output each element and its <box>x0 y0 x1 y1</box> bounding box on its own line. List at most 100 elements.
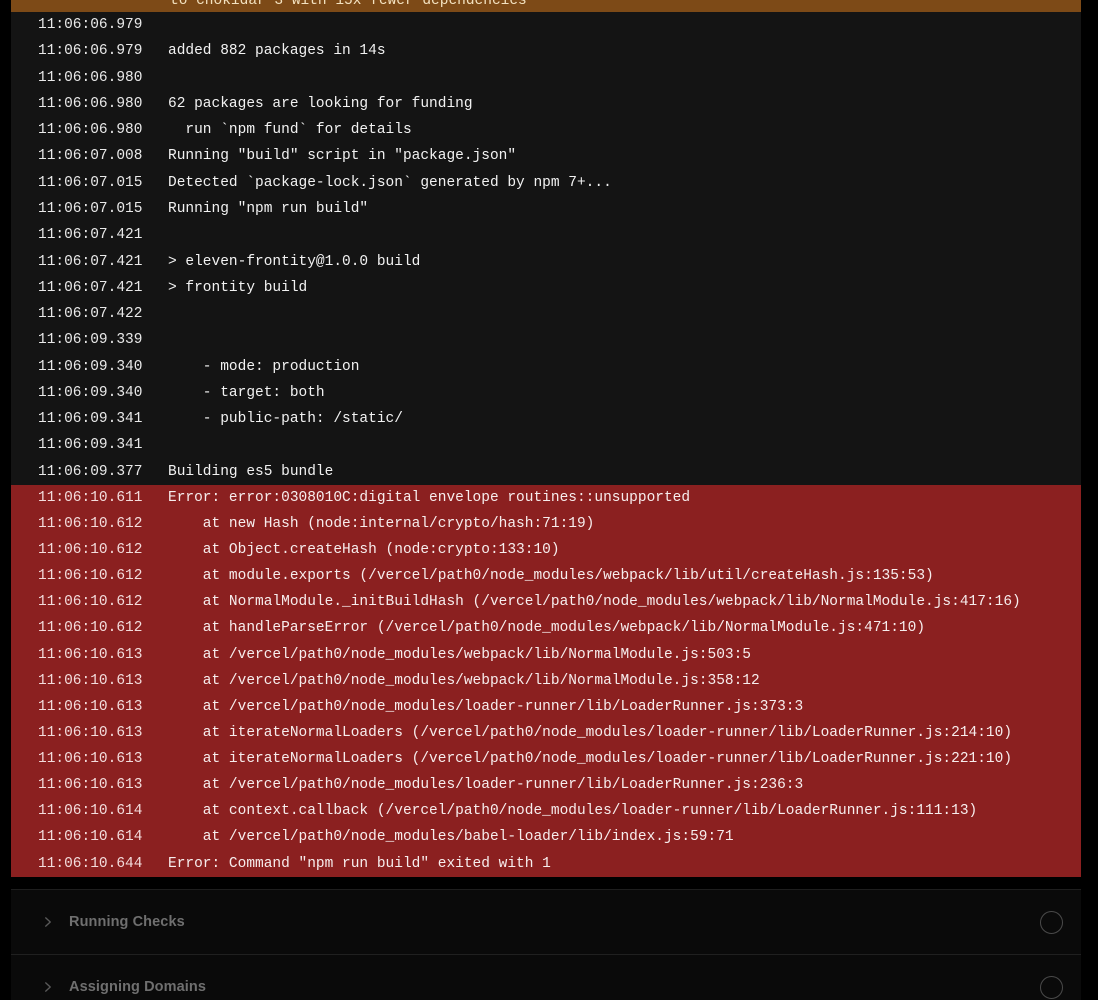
log-message: Error: error:0308010C:digital envelope r… <box>168 490 690 506</box>
log-row: 11:06:06.979 added 882 packages in 14s <box>11 38 1081 64</box>
log-message: at module.exports (/vercel/path0/node_mo… <box>168 568 934 584</box>
error-log-row: 11:06:10.614 at /vercel/path0/node_modul… <box>11 824 1081 850</box>
log-timestamp: 11:06:06.980 <box>38 96 145 112</box>
log-timestamp: 11:06:09.340 <box>38 385 145 401</box>
error-log-row: 11:06:10.614 at context.callback (/verce… <box>11 798 1081 824</box>
log-message: Running "npm run build" <box>168 201 368 217</box>
log-timestamp: 11:06:07.421 <box>38 254 145 270</box>
log-row: 11:06:07.015 Running "npm run build" <box>11 196 1081 222</box>
log-message: > eleven-frontity@1.0.0 build <box>168 254 420 270</box>
log-row: 11:06:07.421 > frontity build <box>11 275 1081 301</box>
log-timestamp: 11:06:09.340 <box>38 359 145 375</box>
log-timestamp: 11:06:10.644 <box>38 856 145 872</box>
log-row: 11:06:06.979 <box>11 12 1081 38</box>
log-message: run `npm fund` for details <box>168 122 412 138</box>
error-log-row: 11:06:10.613 at /vercel/path0/node_modul… <box>11 668 1081 694</box>
log-message: - mode: production <box>168 359 359 375</box>
log-timestamp: 11:06:10.612 <box>38 594 145 610</box>
log-timestamp: 11:06:07.421 <box>38 280 145 296</box>
log-row: 11:06:06.980 run `npm fund` for details <box>11 117 1081 143</box>
error-log-row: 11:06:10.613 at iterateNormalLoaders (/v… <box>11 746 1081 772</box>
section-assigning-domains[interactable]: Assigning Domains <box>11 954 1081 1000</box>
error-log-row: 11:06:10.612 at module.exports (/vercel/… <box>11 563 1081 589</box>
log-timestamp: 11:06:06.979 <box>38 17 145 33</box>
log-message: at NormalModule._initBuildHash (/vercel/… <box>168 594 1021 610</box>
log-timestamp: 11:06:10.613 <box>38 647 145 663</box>
log-message: at /vercel/path0/node_modules/babel-load… <box>168 829 734 845</box>
log-timestamp: 11:06:09.341 <box>38 411 145 427</box>
error-log-row: 11:06:10.612 at Object.createHash (node:… <box>11 537 1081 563</box>
log-timestamp: 11:06:09.339 <box>38 332 145 348</box>
log-row: 11:06:09.341 - public-path: /static/ <box>11 406 1081 432</box>
log-timestamp: 11:06:10.612 <box>38 620 145 636</box>
log-message: Error: Command "npm run build" exited wi… <box>168 856 551 872</box>
log-timestamp: 11:06:07.015 <box>38 175 145 191</box>
log-timestamp: 11:06:10.612 <box>38 542 145 558</box>
log-message: at /vercel/path0/node_modules/loader-run… <box>168 777 803 793</box>
log-timestamp: 11:06:06.980 <box>38 122 145 138</box>
log-timestamp: 11:06:10.614 <box>38 803 145 819</box>
section-label: Assigning Domains <box>69 979 206 995</box>
log-message: at iterateNormalLoaders (/vercel/path0/n… <box>168 725 1012 741</box>
log-message: at /vercel/path0/node_modules/webpack/li… <box>168 673 760 689</box>
error-log-row: 11:06:10.613 at /vercel/path0/node_modul… <box>11 694 1081 720</box>
log-timestamp: 11:06:07.008 <box>38 148 145 164</box>
status-circle-icon <box>1040 976 1063 999</box>
error-log-row: 11:06:10.612 at NormalModule._initBuildH… <box>11 589 1081 615</box>
log-message: at Object.createHash (node:crypto:133:10… <box>168 542 560 558</box>
log-row: 11:06:09.377 Building es5 bundle <box>11 459 1081 485</box>
log-message: at handleParseError (/vercel/path0/node_… <box>168 620 925 636</box>
build-error-output: 11:06:10.611 Error: error:0308010C:digit… <box>11 485 1081 877</box>
log-message: > frontity build <box>168 280 307 296</box>
log-timestamp: 11:06:10.612 <box>38 568 145 584</box>
log-message: 62 packages are looking for funding <box>168 96 473 112</box>
log-timestamp: 11:06:10.613 <box>38 673 145 689</box>
error-log-row: 11:06:10.644 Error: Command "npm run bui… <box>11 851 1081 877</box>
log-timestamp: 11:06:07.421 <box>38 227 145 243</box>
log-message: at /vercel/path0/node_modules/webpack/li… <box>168 647 751 663</box>
log-message: - public-path: /static/ <box>168 411 403 427</box>
log-row: 11:06:09.340 - mode: production <box>11 353 1081 379</box>
log-message: at /vercel/path0/node_modules/loader-run… <box>168 699 803 715</box>
error-log-row: 11:06:10.613 at /vercel/path0/node_modul… <box>11 642 1081 668</box>
log-message: Running "build" script in "package.json" <box>168 148 516 164</box>
chevron-right-icon <box>40 914 56 930</box>
log-timestamp: 11:06:10.613 <box>38 777 145 793</box>
log-timestamp: 11:06:10.613 <box>38 725 145 741</box>
log-message: at context.callback (/vercel/path0/node_… <box>168 803 977 819</box>
deployment-steps: Running Checks Assigning Domains <box>11 889 1081 1000</box>
log-timestamp: 11:06:09.341 <box>38 437 145 453</box>
log-row: 11:06:09.339 <box>11 327 1081 353</box>
log-row: 11:06:09.340 - target: both <box>11 380 1081 406</box>
log-timestamp: 11:06:09.377 <box>38 464 145 480</box>
chevron-right-icon <box>40 979 56 995</box>
error-log-row: 11:06:10.613 at /vercel/path0/node_modul… <box>11 772 1081 798</box>
log-row: 11:06:09.341 <box>11 432 1081 458</box>
log-timestamp: 11:06:06.980 <box>38 70 145 86</box>
section-label: Running Checks <box>69 914 185 930</box>
log-timestamp: 11:06:07.422 <box>38 306 145 322</box>
error-log-row: 11:06:10.613 at iterateNormalLoaders (/v… <box>11 720 1081 746</box>
log-timestamp: 11:06:10.612 <box>38 516 145 532</box>
log-message: Building es5 bundle <box>168 464 333 480</box>
log-message: at new Hash (node:internal/crypto/hash:7… <box>168 516 594 532</box>
log-row: 11:06:06.980 62 packages are looking for… <box>11 91 1081 117</box>
log-message: - target: both <box>168 385 325 401</box>
log-timestamp: 11:06:07.015 <box>38 201 145 217</box>
log-row: 11:06:07.421 <box>11 222 1081 248</box>
log-message: at iterateNormalLoaders (/vercel/path0/n… <box>168 751 1012 767</box>
error-log-row: 11:06:10.611 Error: error:0308010C:digit… <box>11 485 1081 511</box>
error-log-row: 11:06:10.612 at handleParseError (/verce… <box>11 615 1081 641</box>
log-row: 11:06:07.422 <box>11 301 1081 327</box>
log-timestamp: 11:06:10.611 <box>38 490 145 506</box>
log-timestamp: 11:06:06.979 <box>38 43 145 59</box>
log-timestamp: 11:06:10.613 <box>38 699 145 715</box>
build-log-output: 11:06:06.979 11:06:06.979 added 882 pack… <box>11 12 1081 485</box>
log-row: 11:06:06.980 <box>11 65 1081 91</box>
error-log-row: 11:06:10.612 at new Hash (node:internal/… <box>11 511 1081 537</box>
deprecation-warning-text: to chokidar 3 with 15x fewer dependencie… <box>170 0 527 11</box>
log-message: Detected `package-lock.json` generated b… <box>168 175 612 191</box>
section-running-checks[interactable]: Running Checks <box>11 889 1081 954</box>
log-row: 11:06:07.015 Detected `package-lock.json… <box>11 170 1081 196</box>
build-log-panel[interactable]: to chokidar 3 with 15x fewer dependencie… <box>11 0 1081 877</box>
